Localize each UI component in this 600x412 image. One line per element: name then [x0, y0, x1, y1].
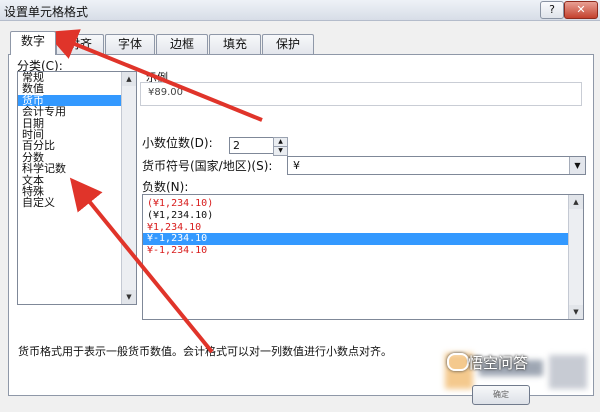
sample-box: ¥89.00 [140, 82, 582, 106]
close-button[interactable]: ✕ [564, 1, 598, 19]
title-bar: 设置单元格格式 ? ✕ [0, 0, 600, 21]
help-button[interactable]: ? [540, 1, 564, 19]
scroll-up-icon[interactable]: ▲ [569, 195, 583, 209]
currency-symbol-select[interactable]: ¥ ▼ [287, 156, 586, 175]
scroll-down-icon[interactable]: ▼ [122, 290, 136, 304]
negative-item[interactable]: ¥1,234.10 [143, 222, 583, 234]
sample-value: ¥89.00 [148, 87, 183, 98]
tab-border[interactable]: 边框 [156, 34, 208, 54]
negative-scrollbar[interactable]: ▲ ▼ [568, 195, 583, 319]
tab-alignment[interactable]: 对齐 [56, 34, 104, 54]
category-item-custom[interactable]: 自定义 [18, 197, 136, 209]
ok-button[interactable]: 确定 [472, 385, 530, 405]
category-list[interactable]: 常规 数值 货币 会计专用 日期 时间 百分比 分数 科学记数 文本 特殊 自定… [17, 71, 137, 305]
scroll-up-icon[interactable]: ▲ [122, 72, 136, 86]
chat-bubble-icon [447, 353, 469, 371]
negative-number-list[interactable]: (¥1,234.10) (¥1,234.10) ¥1,234.10 ¥-1,23… [142, 194, 584, 320]
negative-item-selected[interactable]: ¥-1,234.10 [143, 233, 583, 246]
category-scrollbar[interactable]: ▲ ▼ [121, 72, 136, 304]
negative-label: 负数(N): [142, 180, 189, 194]
decimal-places-input[interactable]: 2 [229, 137, 274, 154]
blurred-image-patch [549, 355, 587, 389]
scroll-down-icon[interactable]: ▼ [569, 305, 583, 319]
window-title: 设置单元格格式 [4, 5, 89, 19]
negative-item[interactable]: ¥-1,234.10 [143, 245, 583, 257]
currency-symbol-label: 货币符号(国家/地区)(S): [142, 159, 273, 173]
number-tab-panel: 分类(C): 常规 数值 货币 会计专用 日期 时间 百分比 分数 科学记数 文… [8, 54, 594, 396]
currency-symbol-value: ¥ [293, 159, 300, 172]
format-description: 货币格式用于表示一般货币数值。会计格式可以对一列数值进行小数点对齐。 [18, 345, 392, 358]
negative-item[interactable]: (¥1,234.10) [143, 198, 583, 210]
tab-number[interactable]: 数字 [10, 31, 56, 55]
category-item-accounting[interactable]: 会计专用 [18, 106, 136, 118]
tab-fill[interactable]: 填充 [209, 34, 261, 54]
negative-item[interactable]: (¥1,234.10) [143, 210, 583, 222]
chevron-down-icon[interactable]: ▼ [569, 157, 585, 174]
decimal-label: 小数位数(D): [142, 136, 213, 150]
spin-down-icon[interactable]: ▼ [273, 146, 288, 156]
category-item-scientific[interactable]: 科学记数 [18, 163, 136, 175]
tab-protection[interactable]: 保护 [262, 34, 314, 54]
watermark-text: 悟空问答 [468, 354, 529, 372]
tab-font[interactable]: 字体 [105, 34, 155, 54]
